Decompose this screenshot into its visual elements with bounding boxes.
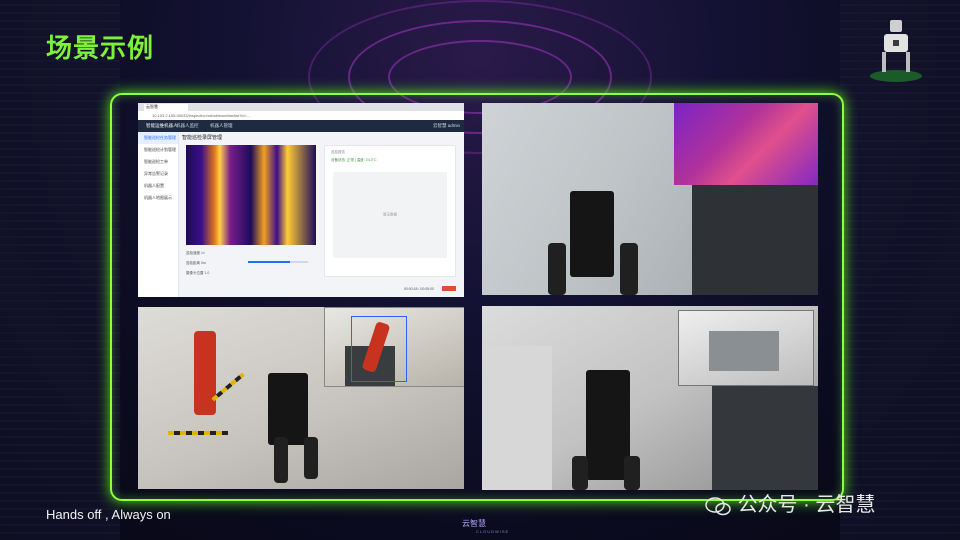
- robot-leg: [624, 456, 640, 490]
- fire-extinguisher: [194, 331, 216, 415]
- photo-robot-corridor: [482, 306, 818, 490]
- cabinet: [692, 183, 818, 295]
- app-header-user[interactable]: 云智慧 admin: [433, 120, 460, 132]
- cabinet: [712, 386, 818, 490]
- app-menu-item[interactable]: 机器人管理: [210, 120, 233, 132]
- slider-fill: [248, 261, 290, 263]
- app-brand: 智能运维机器人: [146, 123, 178, 128]
- sidebar-item[interactable]: 异常告警记录: [138, 168, 178, 180]
- cabinet: [482, 346, 552, 490]
- control-label: 摄像头位置: [186, 271, 204, 275]
- camera-slider[interactable]: [248, 261, 308, 263]
- robot-dog: [268, 373, 308, 445]
- server-rack-left: [0, 0, 120, 540]
- robot-dog: [570, 191, 614, 277]
- end-button[interactable]: [442, 286, 456, 291]
- page-title: 智能巡检录屏管理: [182, 135, 223, 141]
- thermal-image: [186, 145, 316, 245]
- slide-title: 场景示例: [46, 33, 155, 63]
- photo-robot-extinguisher: [138, 307, 464, 489]
- robot-logo-icon: [870, 20, 922, 82]
- robot-leg: [572, 456, 588, 490]
- sidebar-item[interactable]: 机器人地图展示: [138, 192, 178, 204]
- robot-leg: [304, 437, 318, 479]
- robot-leg: [620, 243, 638, 295]
- sidebar-item[interactable]: 智能巡检工单: [138, 156, 178, 168]
- photo-robot-cabinets: [482, 103, 818, 295]
- report-label: 巡检报告: [331, 150, 345, 154]
- wechat-icon: [705, 496, 731, 515]
- sidebar-item[interactable]: 智能巡检任务管理: [138, 132, 178, 144]
- cloudwise-logo-icon: 云智慧 CLOUDWISE: [462, 518, 509, 534]
- app-sidebar: 智能巡检任务管理 智能巡检计划管理 智能巡检工单 异常告警记录 机器人配置 机器…: [138, 132, 179, 297]
- control-label: 巡检速度: [186, 251, 200, 255]
- app-header: 智能运维机器人 机器人监控 机器人管理 云智慧 admin: [138, 120, 464, 132]
- control-value: 1×: [200, 251, 205, 255]
- panel-box: [709, 331, 779, 371]
- report-status: 设备状态: 正常 | 温度: 24.3°C: [331, 158, 377, 162]
- app-menu-item[interactable]: 机器人监控: [176, 120, 199, 132]
- closeup-inset: [678, 310, 814, 386]
- detection-inset: [324, 307, 464, 387]
- control-label: 巡检距离: [186, 261, 200, 265]
- robot-leg: [548, 243, 566, 295]
- tagline: Hands off , Always on: [46, 507, 171, 522]
- robot-leg: [274, 437, 288, 483]
- sidebar-item[interactable]: 机器人配置: [138, 180, 178, 192]
- empty-text: 暂无数据: [383, 212, 397, 217]
- footer-logo-sub: CLOUDWISE: [476, 529, 510, 534]
- floor-stripe: [168, 431, 228, 435]
- control-value: 1.0: [204, 271, 210, 275]
- browser-tab-bar: 云智慧: [138, 103, 464, 111]
- control-value: 0m: [200, 261, 206, 265]
- app-screenshot-panel: 云智慧 10.103.2.155:30033/inspection/robot/…: [138, 103, 464, 297]
- report-panel: 巡检报告 设备状态: 正常 | 温度: 24.3°C 暂无数据: [324, 145, 456, 277]
- floor-stripe: [211, 372, 245, 402]
- footer-logo-text: 云智慧: [462, 519, 486, 528]
- playback-time: 00:00:18 / 00:05:00: [403, 287, 434, 291]
- watermark-text: 公众号 · 云智慧: [737, 494, 876, 516]
- browser-tab[interactable]: 云智慧: [144, 104, 188, 111]
- control-list: 巡检速度 1× 巡检距离 0m 摄像头位置 1.0: [186, 251, 209, 281]
- watermark: 公众号 · 云智慧: [704, 488, 875, 517]
- sidebar-item[interactable]: 智能巡检计划管理: [138, 144, 178, 156]
- report-blank-area: 暂无数据: [333, 172, 447, 258]
- thermal-overlay: [674, 103, 818, 185]
